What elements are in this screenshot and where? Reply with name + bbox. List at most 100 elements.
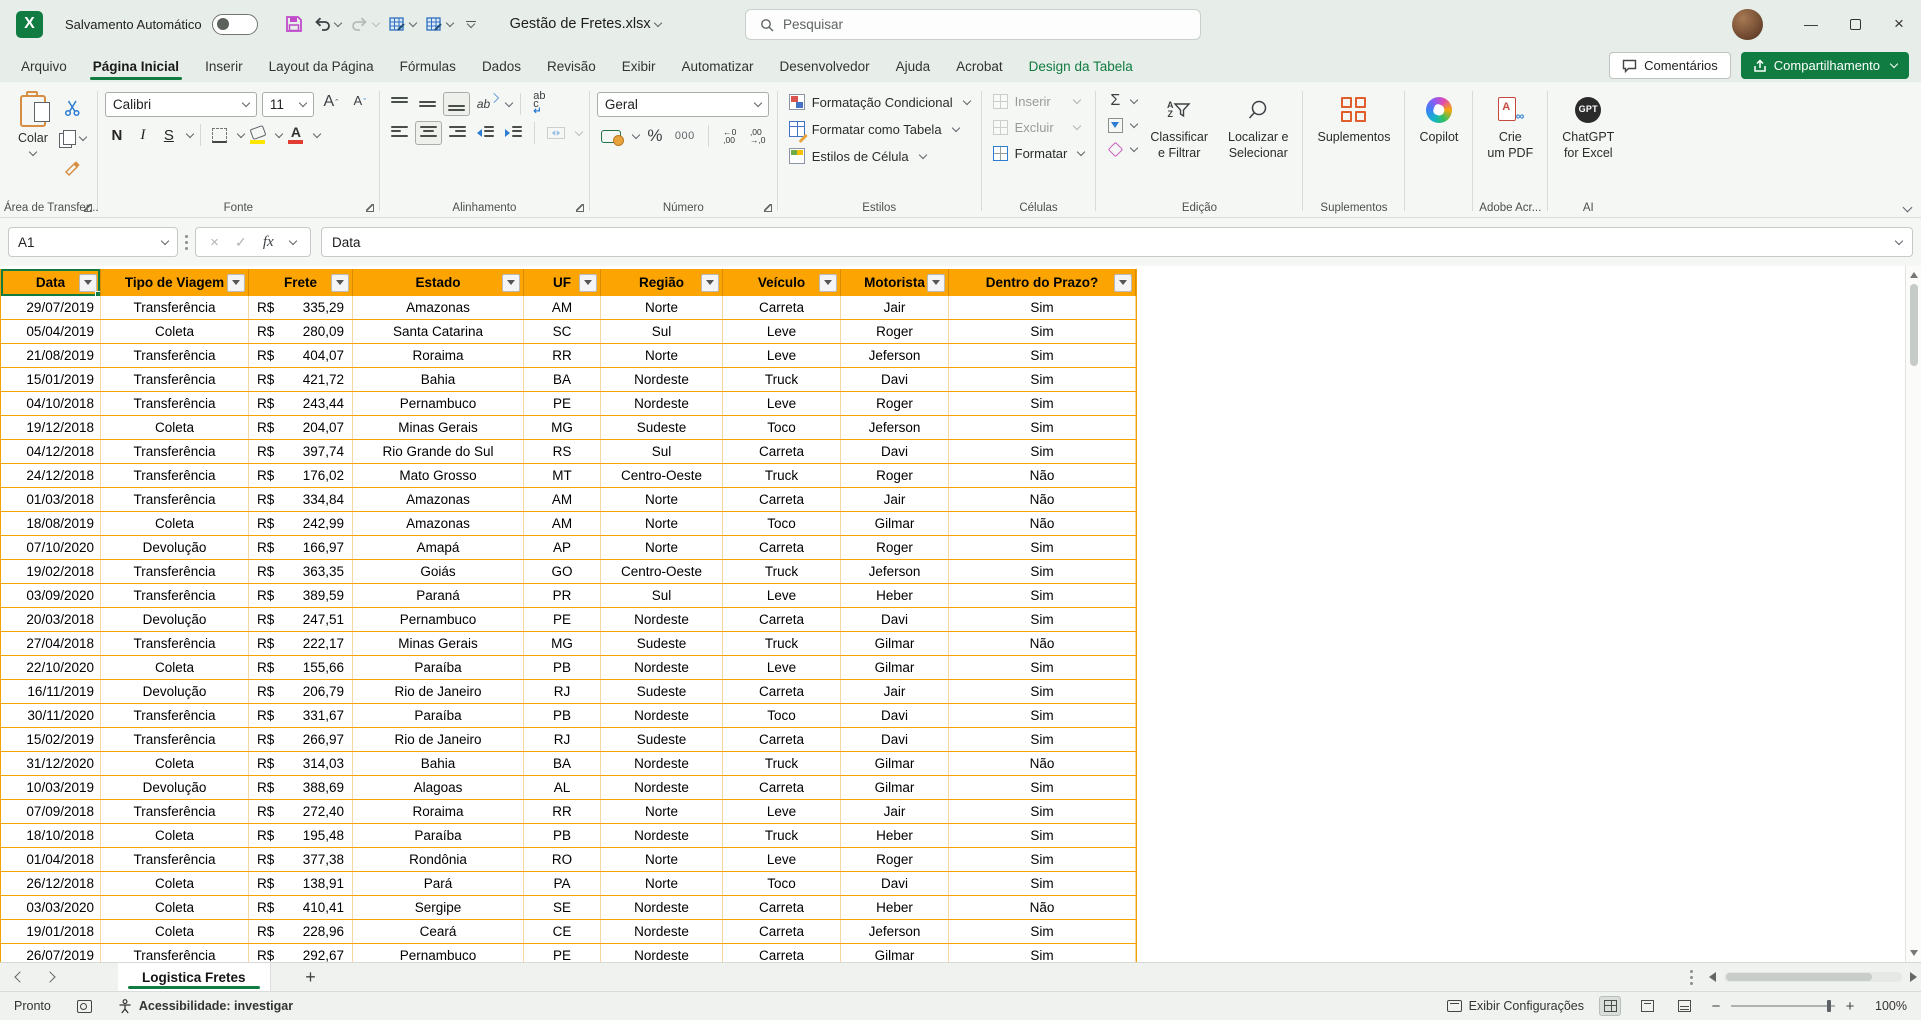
table-cell[interactable]: Pará: [353, 872, 524, 895]
table-cell[interactable]: Pernambuco: [353, 392, 524, 415]
table-cell[interactable]: Toco: [723, 872, 841, 895]
table-cell[interactable]: Coleta: [101, 824, 249, 847]
table-cell[interactable]: Sul: [601, 440, 723, 463]
table-cell[interactable]: Norte: [601, 848, 723, 871]
filter-dropdown-button[interactable]: [927, 274, 945, 292]
table-cell[interactable]: Nordeste: [601, 368, 723, 391]
table-cell[interactable]: Pernambuco: [353, 944, 524, 962]
column-header-dentro-do-prazo-[interactable]: Dentro do Prazo?: [949, 269, 1136, 296]
table-cell[interactable]: 18/08/2019: [1, 512, 101, 535]
table-cell[interactable]: RR: [524, 344, 601, 367]
table-cell[interactable]: R$410,41: [249, 896, 353, 919]
table-cell[interactable]: Toco: [723, 416, 841, 439]
table-cell[interactable]: Nordeste: [601, 776, 723, 799]
table-cell[interactable]: Coleta: [101, 656, 249, 679]
table-cell[interactable]: Amazonas: [353, 512, 524, 535]
save-button[interactable]: [282, 11, 306, 37]
scroll-down-icon[interactable]: [1910, 950, 1918, 956]
fill-color-button[interactable]: [246, 123, 270, 147]
table-cell[interactable]: RJ: [524, 680, 601, 703]
table-cell[interactable]: Sim: [949, 536, 1136, 559]
cell-styles-button[interactable]: Estilos de Célula: [785, 145, 930, 167]
table-cell[interactable]: Não: [949, 512, 1136, 535]
search-input[interactable]: Pesquisar: [745, 9, 1201, 40]
zoom-in-button[interactable]: +: [1844, 998, 1856, 1015]
filter-dropdown-button[interactable]: [331, 274, 349, 292]
table-cell[interactable]: Carreta: [723, 440, 841, 463]
increase-indent-button[interactable]: [501, 121, 526, 145]
find-select-button[interactable]: Localizar e Selecionar: [1221, 91, 1295, 165]
table-cell[interactable]: 01/03/2018: [1, 488, 101, 511]
table-cell[interactable]: Transferência: [101, 440, 249, 463]
filter-dropdown-button[interactable]: [1114, 274, 1132, 292]
wrap-text-button[interactable]: ab c↵: [529, 92, 553, 116]
table-cell[interactable]: Nordeste: [601, 944, 723, 962]
sheet-tab-active[interactable]: Logistica Fretes: [118, 963, 271, 991]
table-cell[interactable]: Centro-Oeste: [601, 560, 723, 583]
alignment-dialog-launcher[interactable]: [576, 204, 584, 212]
table-cell[interactable]: Coleta: [101, 752, 249, 775]
table-cell[interactable]: Coleta: [101, 872, 249, 895]
table-cell[interactable]: R$363,35: [249, 560, 353, 583]
table-cell[interactable]: Nordeste: [601, 752, 723, 775]
table-cell[interactable]: Devolução: [101, 680, 249, 703]
table-cell[interactable]: Davi: [841, 440, 949, 463]
table-cell[interactable]: Bahia: [353, 752, 524, 775]
table-cell[interactable]: 19/12/2018: [1, 416, 101, 439]
table-cell[interactable]: Leve: [723, 392, 841, 415]
macro-record-icon[interactable]: [77, 1000, 92, 1013]
page-break-view-button[interactable]: [1673, 996, 1695, 1016]
table-cell[interactable]: 30/11/2020: [1, 704, 101, 727]
table-cell[interactable]: Gilmar: [841, 776, 949, 799]
table-cell[interactable]: MT: [524, 464, 601, 487]
table-cell[interactable]: Roger: [841, 392, 949, 415]
table-cell[interactable]: R$388,69: [249, 776, 353, 799]
table-cell[interactable]: Leve: [723, 656, 841, 679]
table-cell[interactable]: Sim: [949, 872, 1136, 895]
align-middle-button[interactable]: [415, 92, 440, 116]
table-cell[interactable]: 26/12/2018: [1, 872, 101, 895]
align-top-button[interactable]: [387, 92, 412, 116]
table-cell[interactable]: Truck: [723, 752, 841, 775]
table-cell[interactable]: Nordeste: [601, 392, 723, 415]
filter-dropdown-button[interactable]: [701, 274, 719, 292]
table-cell[interactable]: Sim: [949, 656, 1136, 679]
scroll-right-icon[interactable]: [1910, 972, 1917, 982]
table-cell[interactable]: PE: [524, 392, 601, 415]
table-cell[interactable]: Davi: [841, 608, 949, 631]
new-sheet-button[interactable]: +: [289, 963, 333, 991]
table-cell[interactable]: 18/10/2018: [1, 824, 101, 847]
align-left-button[interactable]: [387, 121, 412, 145]
table-cell[interactable]: Truck: [723, 560, 841, 583]
vertical-scroll-thumb[interactable]: [1910, 284, 1918, 366]
table-cell[interactable]: Nordeste: [601, 608, 723, 631]
table-cell[interactable]: Norte: [601, 296, 723, 319]
table-cell[interactable]: Coleta: [101, 512, 249, 535]
zoom-slider[interactable]: [1731, 1005, 1835, 1007]
undo-button[interactable]: [310, 11, 344, 37]
qat-table-button-2[interactable]: [423, 13, 456, 36]
table-cell[interactable]: R$404,07: [249, 344, 353, 367]
create-pdf-button[interactable]: A∞ Crie um PDF: [1480, 91, 1540, 165]
table-cell[interactable]: Rio de Janeiro: [353, 728, 524, 751]
table-cell[interactable]: PB: [524, 656, 601, 679]
formula-bar-input[interactable]: Data: [321, 227, 1913, 257]
column-header-frete[interactable]: Frete: [249, 269, 353, 296]
table-cell[interactable]: Devolução: [101, 776, 249, 799]
table-cell[interactable]: Carreta: [723, 296, 841, 319]
table-cell[interactable]: 19/01/2018: [1, 920, 101, 943]
table-cell[interactable]: Sul: [601, 584, 723, 607]
table-cell[interactable]: Transferência: [101, 464, 249, 487]
comma-format-button[interactable]: 000: [671, 124, 699, 148]
table-cell[interactable]: Jair: [841, 488, 949, 511]
comments-button[interactable]: Comentários: [1609, 52, 1731, 79]
table-cell[interactable]: Não: [949, 488, 1136, 511]
vertical-scrollbar[interactable]: [1905, 266, 1921, 962]
table-cell[interactable]: R$138,91: [249, 872, 353, 895]
table-cell[interactable]: Amapá: [353, 536, 524, 559]
table-cell[interactable]: 15/01/2019: [1, 368, 101, 391]
table-cell[interactable]: Sudeste: [601, 680, 723, 703]
table-cell[interactable]: Norte: [601, 488, 723, 511]
table-cell[interactable]: Nordeste: [601, 656, 723, 679]
formula-bar-expand-icon[interactable]: [1895, 236, 1903, 244]
